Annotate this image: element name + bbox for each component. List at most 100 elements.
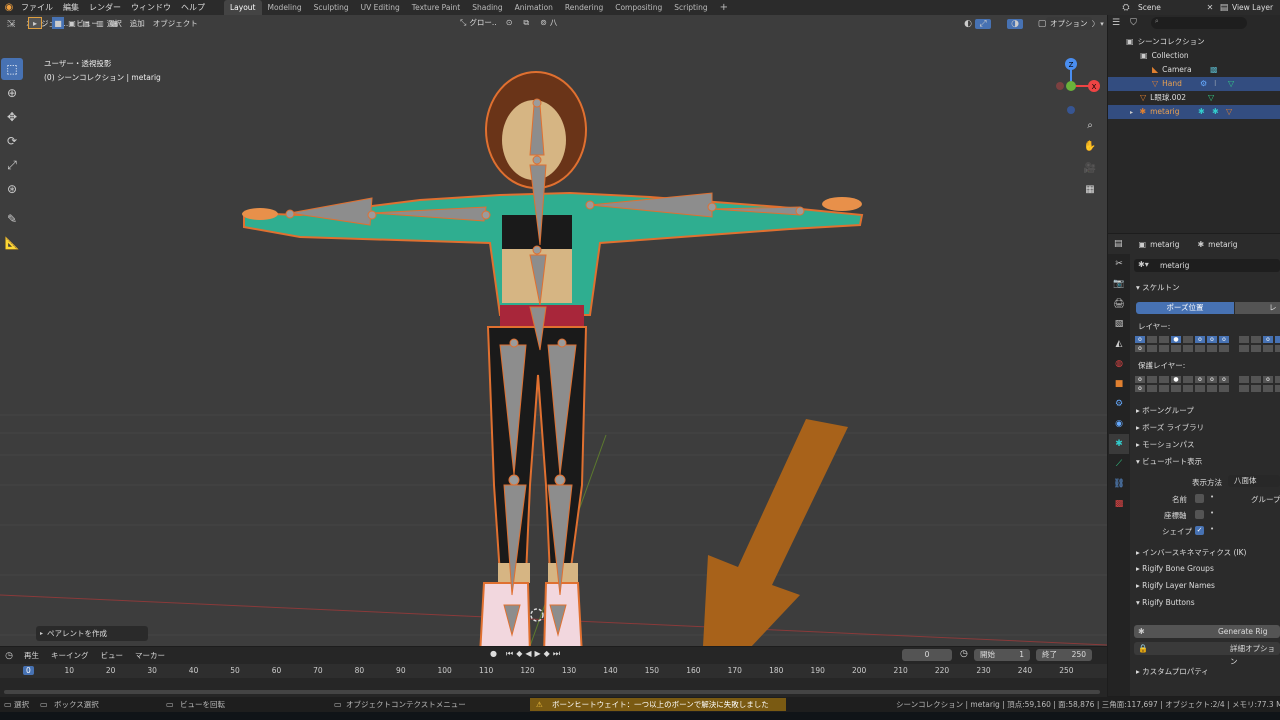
layer-cell[interactable] (1146, 384, 1158, 393)
layer-cell[interactable] (1238, 384, 1250, 393)
menu-timeline-view[interactable]: ビュー (95, 650, 130, 661)
layer-cell[interactable] (1182, 375, 1194, 384)
layers-grid-2[interactable]: o (1238, 335, 1280, 353)
menu-edit[interactable]: 編集 (58, 0, 84, 15)
panel-viewport-display[interactable]: ▾ ビューポート表示 (1136, 456, 1202, 467)
context-object[interactable]: metarig (1150, 240, 1179, 249)
orientation-icon[interactable]: ⤡ (460, 18, 466, 28)
render-tab-icon[interactable]: 📷 (1109, 274, 1129, 294)
close-scene-icon[interactable]: ✕ (1204, 3, 1216, 12)
play-reverse-icon[interactable]: ◀ (525, 649, 531, 659)
layer-cell[interactable] (1238, 335, 1250, 344)
rest-position-button[interactable]: レス (1235, 302, 1280, 314)
timeline-editor-icon[interactable]: ◷ (0, 651, 18, 661)
menu-keying[interactable]: キーイング (45, 650, 95, 661)
jump-start-icon[interactable]: ⏮ (506, 649, 513, 659)
select-box-tool-icon[interactable]: ⬚ (1, 58, 23, 80)
layer-cell[interactable] (1274, 375, 1280, 384)
tab-uv-editing[interactable]: UV Editing (355, 0, 406, 15)
layer-cell[interactable] (1274, 335, 1280, 344)
end-frame-field[interactable]: 終了 250 (1036, 649, 1092, 661)
layer-cell[interactable] (1238, 344, 1250, 353)
protected-layers-grid[interactable]: o ● o o o o (1134, 375, 1230, 393)
layer-cell[interactable] (1250, 335, 1262, 344)
outliner-scene-collection[interactable]: ▣ シーンコレクション (1108, 35, 1280, 49)
snap-icon[interactable]: ⧉ (523, 18, 529, 28)
scene-tab-icon[interactable]: ◭ (1109, 334, 1129, 354)
layer-cell[interactable] (1250, 344, 1262, 353)
bone-constraint-tab-icon[interactable]: ⛓ (1109, 474, 1129, 494)
expand-arrow-icon[interactable]: ▸ (1130, 106, 1133, 120)
layer-cell[interactable] (1146, 344, 1158, 353)
properties-editor-icon[interactable]: ▤ (1114, 239, 1123, 249)
layer-cell[interactable]: o (1218, 375, 1230, 384)
armature-data-tab-icon[interactable]: ✱ (1109, 434, 1129, 454)
layer-cell[interactable] (1274, 384, 1280, 393)
redo-panel[interactable]: ▸ ペアレントを作成 (36, 626, 148, 641)
tab-shading[interactable]: Shading (466, 0, 508, 15)
panel-rigify-buttons[interactable]: ▾ Rigify Buttons (1136, 598, 1195, 607)
protected-layers-grid-2[interactable]: o (1238, 375, 1280, 393)
layer-cell[interactable] (1262, 344, 1274, 353)
panel-rigify-layer-names[interactable]: ▸ Rigify Layer Names (1136, 581, 1215, 590)
3d-viewport[interactable]: ユーザー・透視投影 (0) シーンコレクション | metarig X Z (0, 15, 1107, 646)
outliner-item-camera[interactable]: ◣ Camera ▩ (1108, 63, 1280, 77)
layer-cell[interactable] (1218, 344, 1230, 353)
layer-cell[interactable] (1250, 375, 1262, 384)
zoom-icon[interactable]: ⌕ (1082, 117, 1098, 133)
layer-cell[interactable] (1158, 335, 1170, 344)
measure-tool-icon[interactable]: 📐 (1, 232, 23, 254)
layer-cell[interactable]: o (1206, 335, 1218, 344)
pivot-icon[interactable]: ⊙ (506, 18, 513, 27)
outliner-item-metarig[interactable]: ▸ ✱ metarig ✱ ✱ ▽ (1108, 105, 1280, 119)
layer-cell[interactable] (1218, 384, 1230, 393)
move-tool-icon[interactable]: ✥ (1, 106, 23, 128)
prev-keyframe-icon[interactable]: ◆ (516, 649, 522, 659)
layer-cell[interactable] (1158, 384, 1170, 393)
pan-hand-icon[interactable]: ✋ (1082, 138, 1098, 154)
select-invert-icon[interactable]: ▥ (94, 17, 106, 29)
layer-cell[interactable] (1262, 384, 1274, 393)
filter-icon[interactable]: ⛉ (1130, 18, 1137, 28)
layer-cell[interactable]: o (1134, 344, 1146, 353)
layer-cell[interactable] (1250, 384, 1262, 393)
layer-cell[interactable] (1194, 384, 1206, 393)
layer-cell[interactable] (1146, 335, 1158, 344)
display-as-dropdown[interactable]: 八面体 (1228, 475, 1280, 487)
layer-cell[interactable]: o (1218, 335, 1230, 344)
layer-cell[interactable] (1170, 344, 1182, 353)
select-tool-icon[interactable]: ▸ (28, 17, 42, 29)
outliner-item-eyeball[interactable]: ▽ L眼球.002 ▽ (1108, 91, 1280, 105)
layer-cell[interactable] (1182, 335, 1194, 344)
jump-end-icon[interactable]: ⏭ (553, 649, 560, 659)
add-workspace-button[interactable]: + (714, 0, 734, 15)
texture-tab-icon[interactable]: ▩ (1109, 494, 1129, 514)
scene-selector[interactable]: Scene (1134, 3, 1204, 12)
menu-window[interactable]: ウィンドウ (126, 0, 176, 15)
layer-cell[interactable] (1206, 384, 1218, 393)
current-frame-field[interactable]: 0 (902, 649, 952, 661)
bone-tab-icon[interactable]: ⟋ (1109, 454, 1129, 474)
menu-render[interactable]: レンダー (84, 0, 126, 15)
play-icon[interactable]: ▶ (535, 649, 541, 659)
layer-cell[interactable] (1182, 344, 1194, 353)
options-button[interactable]: オプション (1046, 17, 1092, 30)
select-extend-icon[interactable]: ▣ (66, 17, 78, 29)
outliner-editor-icon[interactable]: ☰ (1112, 18, 1120, 28)
output-tab-icon[interactable]: 🖨 (1109, 294, 1129, 314)
outliner-item-hand[interactable]: ▽ Hand ⚙ ⁝ ▽ (1108, 77, 1280, 91)
start-frame-field[interactable]: 開始 1 (974, 649, 1030, 661)
layer-cell[interactable]: o (1134, 375, 1146, 384)
modifier-tab-icon[interactable]: ⚙ (1109, 394, 1129, 414)
tool-tab-icon[interactable]: ✂ (1109, 254, 1129, 274)
menu-file[interactable]: ファイル (16, 0, 58, 15)
warning-banner[interactable]: ⚠ ボーンヒートウェイト：一つ以上のボーンで解決に失敗しました (530, 698, 786, 711)
layer-cell[interactable] (1206, 344, 1218, 353)
scale-tool-icon[interactable]: ⤢ (1, 154, 23, 176)
select-intersect-icon[interactable]: ▦ (108, 17, 120, 29)
advanced-options-button[interactable]: 🔒 詳細オプション (1134, 642, 1280, 666)
tab-sculpting[interactable]: Sculpting (308, 0, 355, 15)
layer-cell[interactable] (1170, 384, 1182, 393)
proportional-falloff[interactable]: 八 (550, 17, 558, 28)
layer-cell[interactable]: ● (1170, 335, 1182, 344)
